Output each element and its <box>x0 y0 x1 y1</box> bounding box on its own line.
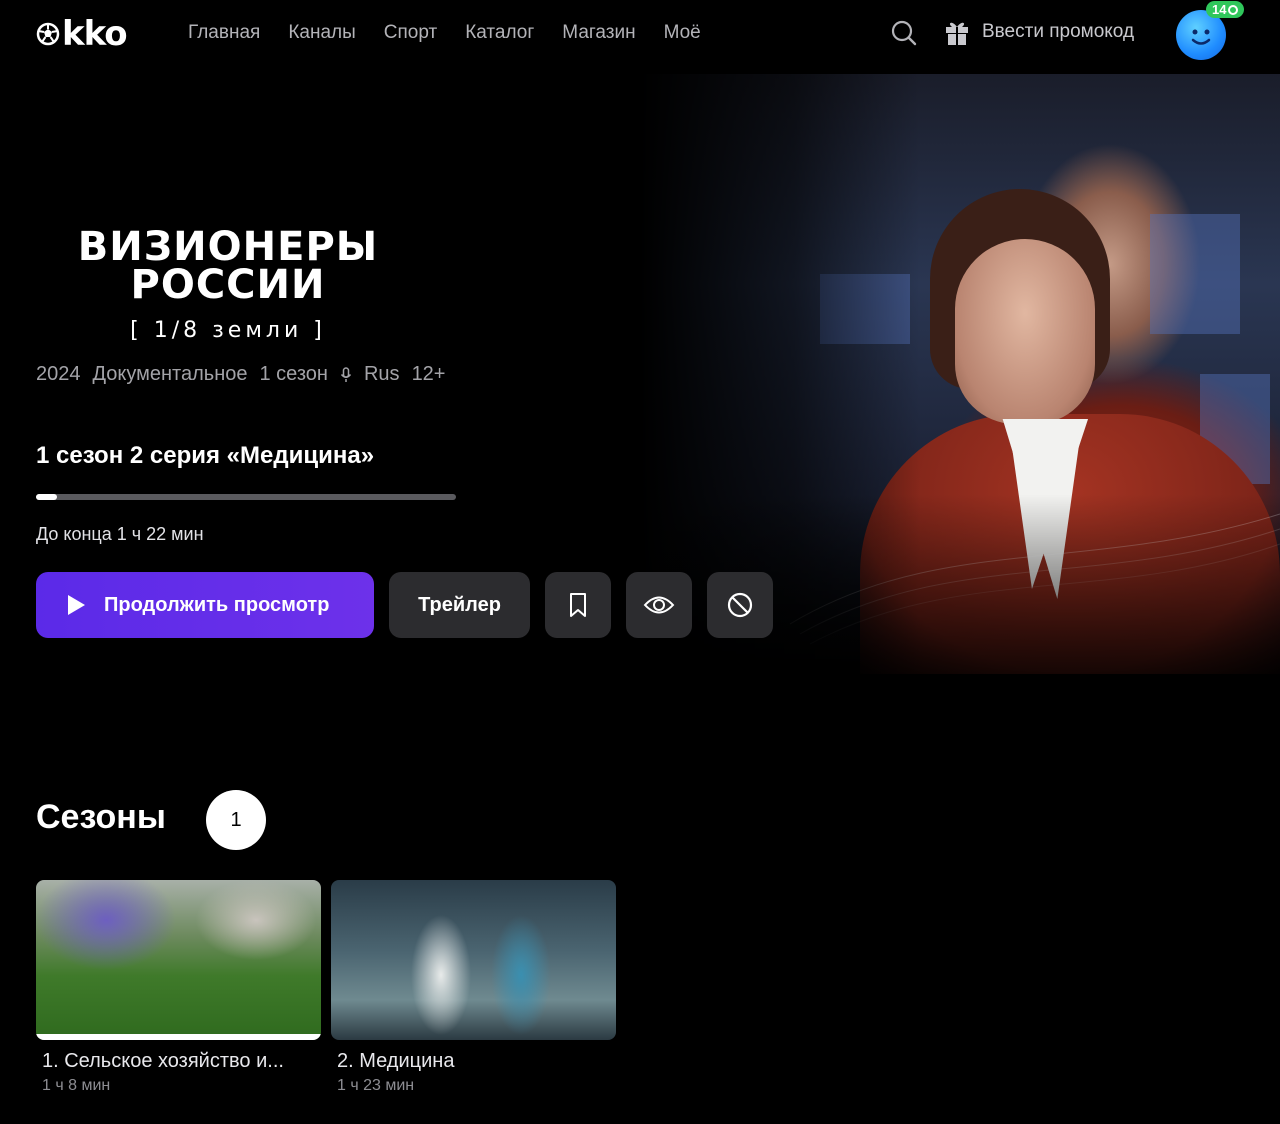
trailer-button[interactable]: Трейлер <box>389 572 530 638</box>
season-selector-1[interactable]: 1 <box>206 790 266 850</box>
top-bar: kko Главная Каналы Спорт Каталог Магазин… <box>0 0 1280 74</box>
show-meta: 2024 Документальное 1 сезон Rus 12+ <box>36 363 446 386</box>
show-subtitle: [ 1/8 земли ] <box>130 318 326 343</box>
continue-watching-button[interactable]: Продолжить просмотр <box>36 572 374 638</box>
play-icon <box>68 595 85 615</box>
meta-seasons: 1 сезон <box>259 363 328 385</box>
promo-label: Ввести промокод <box>982 21 1135 42</box>
meta-audio: Rus <box>363 363 400 385</box>
current-episode-title: 1 сезон 2 серия «Медицина» <box>36 442 375 469</box>
promo-code-button[interactable]: Ввести промокод <box>944 18 1134 46</box>
episode-duration: 1 ч 23 мин <box>337 1077 415 1094</box>
gift-icon <box>946 22 968 45</box>
background-building <box>1150 214 1240 334</box>
episode-title: 1. Сельское хозяйство и... <box>42 1050 284 1072</box>
nav-item-my[interactable]: Моё <box>664 22 701 44</box>
mark-watched-button[interactable] <box>626 572 692 638</box>
episode-thumbnail <box>36 880 321 1040</box>
football-ball-icon <box>36 22 60 46</box>
time-remaining: До конца 1 ч 22 мин <box>36 524 204 544</box>
mic-icon <box>340 366 352 382</box>
episode-card[interactable]: 2. Медицина 1 ч 23 мин <box>331 880 616 1095</box>
show-title-logo: Визионеры России [ 1/8 земли ] <box>36 224 420 343</box>
trailer-label: Трейлер <box>418 593 501 616</box>
episode-duration: 1 ч 8 мин <box>42 1077 111 1094</box>
watch-progress-fill <box>36 494 57 500</box>
bookmark-icon <box>570 593 586 617</box>
search-icon <box>891 20 917 46</box>
episode-title: 2. Медицина <box>337 1050 455 1072</box>
episode-list: 1. Сельское хозяйство и... 1 ч 8 мин 2. … <box>36 880 616 1095</box>
nav-item-channels[interactable]: Каналы <box>288 22 355 44</box>
coin-icon <box>1228 4 1239 15</box>
bonus-badge: 14 <box>1206 1 1245 18</box>
not-interested-button[interactable] <box>707 572 773 638</box>
logo-text: kko <box>62 14 128 54</box>
nav-item-home[interactable]: Главная <box>188 22 260 44</box>
meta-age-rating: 12+ <box>411 363 446 385</box>
bookmark-button[interactable] <box>545 572 611 638</box>
episode-progress-fill <box>36 1034 321 1040</box>
eye-icon <box>643 596 675 614</box>
seasons-heading: Сезоны <box>36 798 166 836</box>
watch-progress-bar <box>36 494 456 500</box>
bonus-count: 14 <box>1212 2 1227 17</box>
main-nav: Главная Каналы Спорт Каталог Магазин Моё <box>188 22 701 44</box>
block-icon <box>727 592 753 618</box>
episode-card[interactable]: 1. Сельское хозяйство и... 1 ч 8 мин <box>36 880 321 1095</box>
okko-logo[interactable]: kko <box>36 14 128 54</box>
meta-genre: Документальное <box>92 363 248 385</box>
show-title-line-2: России <box>130 262 326 308</box>
search-button[interactable] <box>890 19 918 47</box>
hero-actions: Продолжить просмотр Трейлер <box>36 572 773 638</box>
hero-section: Визионеры России [ 1/8 земли ] 2024 Доку… <box>0 74 1280 714</box>
episode-progress-bar <box>36 1034 321 1040</box>
nav-item-catalog[interactable]: Каталог <box>465 22 534 44</box>
episode-thumbnail <box>331 880 616 1040</box>
show-title-line-1: Визионеры <box>77 224 379 270</box>
nav-item-sport[interactable]: Спорт <box>384 22 437 44</box>
meta-year: 2024 <box>36 363 81 385</box>
nav-item-store[interactable]: Магазин <box>562 22 635 44</box>
hero-figure-face <box>955 239 1095 424</box>
continue-watching-label: Продолжить просмотр <box>104 593 330 616</box>
profile-avatar-button[interactable]: 14 <box>1176 1 1245 60</box>
